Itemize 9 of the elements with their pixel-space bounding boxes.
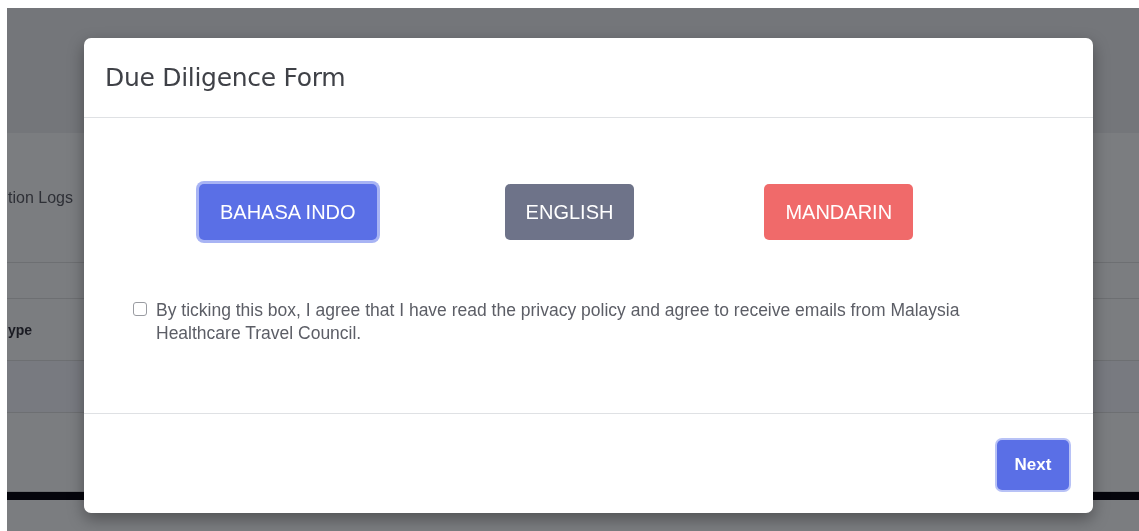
modal-title: Due Diligence Form: [105, 63, 346, 92]
consent-text: By ticking this box, I agree that I have read the privacy policy and agree to receive emails from Malaysia Healthcare Travel Council.: [156, 299, 961, 345]
column-header: ype: [8, 321, 33, 338]
language-button[interactable]: BAHASA INDO: [199, 184, 377, 240]
consent-checkbox[interactable]: [133, 302, 147, 316]
section-label: tion Logs: [8, 188, 73, 207]
language-button[interactable]: MANDARIN: [764, 184, 914, 240]
language-button[interactable]: ENGLISH: [504, 184, 635, 240]
next-button[interactable]: Next: [997, 440, 1069, 490]
